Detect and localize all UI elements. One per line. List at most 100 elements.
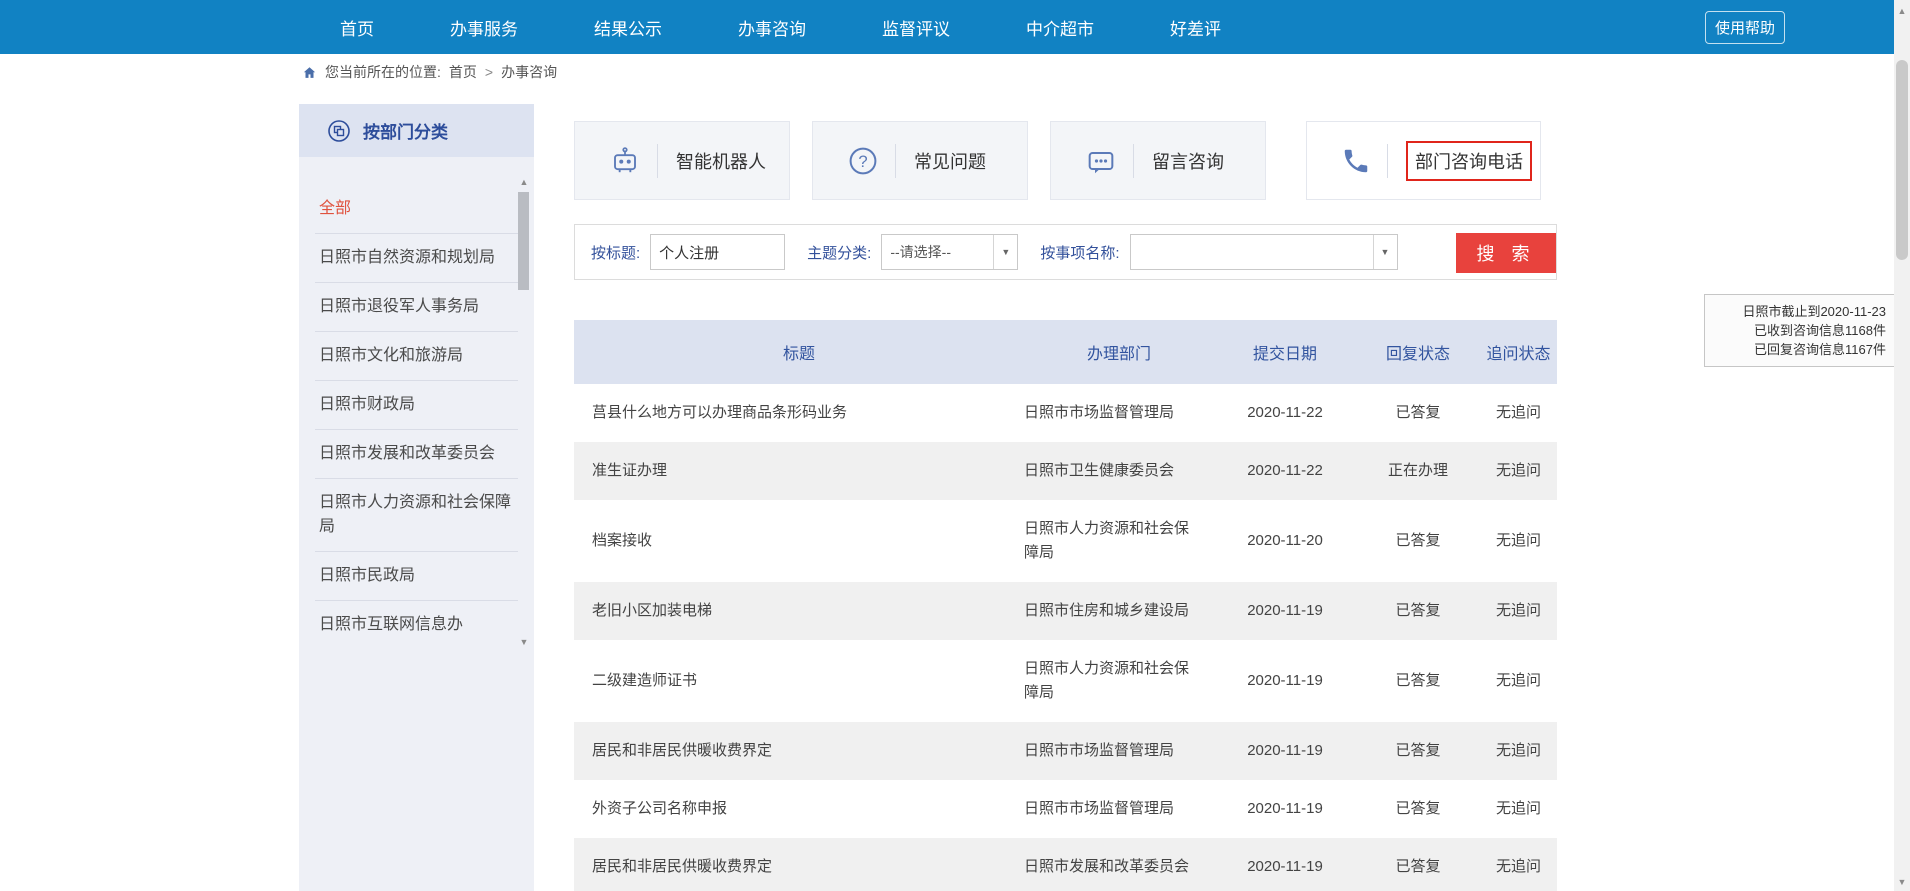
home-icon <box>302 65 317 80</box>
sidebar-department-filter: 按部门分类 全部 日照市自然资源和规划局 日照市退役军人事务局 日照市文化和旅游… <box>299 104 534 891</box>
nav-item-consult[interactable]: 办事咨询 <box>738 15 806 40</box>
row-reply-status: 已答复 <box>1356 384 1480 442</box>
item-name-label: 按事项名称: <box>1040 242 1119 263</box>
row-date: 2020-11-19 <box>1214 838 1356 891</box>
sidebar-item-development-reform[interactable]: 日照市发展和改革委员会 <box>315 430 518 479</box>
topic-select[interactable]: --请选择-- ▼ <box>881 234 1018 270</box>
row-date: 2020-11-19 <box>1214 582 1356 640</box>
row-followup-status: 无追问 <box>1480 442 1557 500</box>
row-title[interactable]: 居民和非居民供暖收费界定 <box>574 838 1024 891</box>
row-title[interactable]: 档案接收 <box>574 500 1024 582</box>
row-date: 2020-11-19 <box>1214 640 1356 722</box>
scroll-down-icon[interactable]: ▼ <box>1894 877 1910 887</box>
row-title[interactable]: 准生证办理 <box>574 442 1024 500</box>
search-button[interactable]: 搜 索 <box>1456 233 1556 273</box>
table-row[interactable]: 居民和非居民供暖收费界定 日照市市场监督管理局 2020-11-19 已答复 无… <box>574 722 1557 780</box>
nav-item-results[interactable]: 结果公示 <box>594 15 662 40</box>
row-followup-status: 无追问 <box>1480 722 1557 780</box>
row-dept: 日照市人力资源和社会保障局 <box>1024 500 1214 582</box>
stats-line-replied: 已回复咨询信息1167件 <box>1714 340 1886 359</box>
department-list: 全部 日照市自然资源和规划局 日照市退役军人事务局 日照市文化和旅游局 日照市财… <box>299 157 534 649</box>
row-followup-status: 无追问 <box>1480 838 1557 891</box>
breadcrumb-home-link[interactable]: 首页 <box>449 62 477 82</box>
sidebar-item-internet-info[interactable]: 日照市互联网信息办 <box>315 601 518 649</box>
header-followup: 追问状态 <box>1480 320 1557 384</box>
tab-divider <box>895 144 896 178</box>
nav-item-supervision[interactable]: 监督评议 <box>882 15 950 40</box>
table-row[interactable]: 外资子公司名称申报 日照市市场监督管理局 2020-11-19 已答复 无追问 <box>574 780 1557 838</box>
header-reply: 回复状态 <box>1356 320 1480 384</box>
row-date: 2020-11-22 <box>1214 442 1356 500</box>
breadcrumb-current[interactable]: 办事咨询 <box>501 62 557 82</box>
row-title[interactable]: 居民和非居民供暖收费界定 <box>574 722 1024 780</box>
row-date: 2020-11-19 <box>1214 780 1356 838</box>
row-followup-status: 无追问 <box>1480 780 1557 838</box>
sidebar-item-veterans[interactable]: 日照市退役军人事务局 <box>315 283 518 332</box>
table-row[interactable]: 老旧小区加装电梯 日照市住房和城乡建设局 2020-11-19 已答复 无追问 <box>574 582 1557 640</box>
header-dept: 办理部门 <box>1024 320 1214 384</box>
tab-leave-message-label: 留言咨询 <box>1152 148 1224 174</box>
table-row[interactable]: 居民和非居民供暖收费界定 日照市发展和改革委员会 2020-11-19 已答复 … <box>574 838 1557 891</box>
row-dept: 日照市住房和城乡建设局 <box>1024 582 1214 640</box>
row-title[interactable]: 二级建造师证书 <box>574 640 1024 722</box>
nav-item-rating[interactable]: 好差评 <box>1170 15 1221 40</box>
sidebar-item-natural-resources[interactable]: 日照市自然资源和规划局 <box>315 234 518 283</box>
main-content: 智能机器人 ? 常见问题 <box>574 121 1557 891</box>
table-row[interactable]: 准生证办理 日照市卫生健康委员会 2020-11-22 正在办理 无追问 <box>574 442 1557 500</box>
breadcrumb-prefix: 您当前所在的位置: <box>325 62 441 82</box>
topic-select-value: --请选择-- <box>882 242 951 262</box>
scroll-up-icon[interactable]: ▲ <box>1894 6 1910 16</box>
sidebar-scrollbar-thumb[interactable] <box>518 192 529 290</box>
page-scrollbar-thumb[interactable] <box>1896 60 1908 260</box>
stats-line-received: 已收到咨询信息1168件 <box>1714 321 1886 340</box>
row-reply-status: 已答复 <box>1356 838 1480 891</box>
table-row[interactable]: 档案接收 日照市人力资源和社会保障局 2020-11-20 已答复 无追问 <box>574 500 1557 582</box>
nav-menu: 首页 办事服务 结果公示 办事咨询 监督评议 中介超市 好差评 <box>340 0 1221 54</box>
sidebar-scroll-down-icon[interactable]: ▼ <box>518 636 530 648</box>
row-dept: 日照市市场监督管理局 <box>1024 384 1214 442</box>
row-reply-status: 已答复 <box>1356 780 1480 838</box>
row-reply-status: 正在办理 <box>1356 442 1480 500</box>
sidebar-item-civil-affairs[interactable]: 日照市民政局 <box>315 552 518 601</box>
question-icon: ? <box>847 145 879 177</box>
tab-divider <box>1387 144 1388 178</box>
item-name-select[interactable]: ▼ <box>1130 234 1398 270</box>
row-title[interactable]: 外资子公司名称申报 <box>574 780 1024 838</box>
category-icon <box>327 119 351 143</box>
message-icon <box>1085 145 1117 177</box>
row-dept: 日照市卫生健康委员会 <box>1024 442 1214 500</box>
row-reply-status: 已答复 <box>1356 500 1480 582</box>
table-row[interactable]: 莒县什么地方可以办理商品条形码业务 日照市市场监督管理局 2020-11-22 … <box>574 384 1557 442</box>
tab-divider <box>1133 144 1134 178</box>
sidebar-item-culture-tourism[interactable]: 日照市文化和旅游局 <box>315 332 518 381</box>
nav-item-services[interactable]: 办事服务 <box>450 15 518 40</box>
sidebar-item-all[interactable]: 全部 <box>315 185 518 234</box>
row-title[interactable]: 老旧小区加装电梯 <box>574 582 1024 640</box>
row-dept: 日照市市场监督管理局 <box>1024 780 1214 838</box>
nav-item-home[interactable]: 首页 <box>340 15 374 40</box>
tab-leave-message[interactable]: 留言咨询 <box>1050 121 1266 200</box>
tab-smart-robot[interactable]: 智能机器人 <box>574 121 790 200</box>
sidebar-scroll-up-icon[interactable]: ▲ <box>518 176 530 188</box>
tab-department-phone[interactable]: 部门咨询电话 <box>1306 121 1541 200</box>
title-search-input[interactable] <box>650 234 785 270</box>
table-row[interactable]: 二级建造师证书 日照市人力资源和社会保障局 2020-11-19 已答复 无追问 <box>574 640 1557 722</box>
sidebar-item-finance[interactable]: 日照市财政局 <box>315 381 518 430</box>
chevron-down-icon: ▼ <box>993 235 1017 269</box>
sidebar-item-human-resources[interactable]: 日照市人力资源和社会保障局 <box>315 479 518 552</box>
nav-item-agency[interactable]: 中介超市 <box>1026 15 1094 40</box>
row-followup-status: 无追问 <box>1480 582 1557 640</box>
sidebar-title: 按部门分类 <box>363 118 448 143</box>
page-scrollbar[interactable]: ▲ ▼ <box>1894 0 1910 891</box>
row-reply-status: 已答复 <box>1356 640 1480 722</box>
sidebar-header: 按部门分类 <box>299 104 534 157</box>
tab-faq[interactable]: ? 常见问题 <box>812 121 1028 200</box>
phone-icon <box>1341 146 1371 176</box>
row-followup-status: 无追问 <box>1480 384 1557 442</box>
help-button[interactable]: 使用帮助 <box>1705 11 1785 44</box>
row-date: 2020-11-20 <box>1214 500 1356 582</box>
header-title: 标题 <box>574 320 1024 384</box>
row-reply-status: 已答复 <box>1356 722 1480 780</box>
row-title[interactable]: 莒县什么地方可以办理商品条形码业务 <box>574 384 1024 442</box>
header-date: 提交日期 <box>1214 320 1356 384</box>
